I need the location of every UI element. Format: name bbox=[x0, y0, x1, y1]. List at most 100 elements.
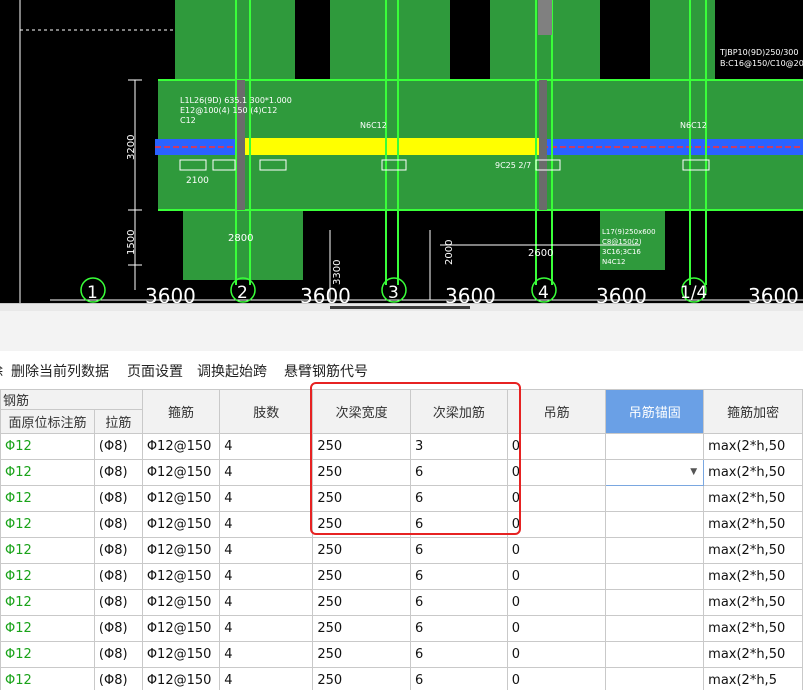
header-position-note[interactable]: 面原位标注筋 bbox=[0, 409, 95, 434]
cad-drawing-canvas[interactable]: 1 2 3 4 1/4 3600 3600 3600 3600 3600 320… bbox=[0, 0, 803, 303]
cell-sec-width[interactable]: 250 bbox=[312, 641, 412, 668]
cell-dense[interactable]: max(2*h,50 bbox=[703, 641, 803, 668]
cell-legs[interactable]: 4 bbox=[219, 511, 314, 538]
cell-legs[interactable]: 4 bbox=[219, 667, 314, 690]
cell-dense[interactable]: max(2*h,50 bbox=[703, 615, 803, 642]
cell-legs[interactable]: 4 bbox=[219, 537, 314, 564]
table-row[interactable]: Φ12 (Φ8) Φ12@150 4 250 6 0 max(2*h,50 bbox=[0, 615, 803, 642]
cell-dense[interactable]: max(2*h,50 bbox=[703, 459, 803, 486]
cell-legs[interactable]: 4 bbox=[219, 641, 314, 668]
cell-dense[interactable]: max(2*h,50 bbox=[703, 589, 803, 616]
cell-hanger-anchor[interactable] bbox=[605, 511, 705, 538]
cell-sec-rebar[interactable]: 6 bbox=[410, 485, 508, 512]
cell-sec-width[interactable]: 250 bbox=[312, 667, 412, 690]
cell-pos-note[interactable]: Φ12 bbox=[0, 641, 95, 668]
cell-sec-rebar[interactable]: 6 bbox=[410, 563, 508, 590]
table-row[interactable]: Φ12 (Φ8) Φ12@150 4 250 6 0 max(2*h,50 bbox=[0, 485, 803, 512]
cell-stirrup[interactable]: Φ12@150 bbox=[141, 667, 221, 690]
cell-hanger-anchor[interactable] bbox=[605, 589, 705, 616]
cell-sec-width[interactable]: 250 bbox=[312, 511, 412, 538]
cell-pos-note[interactable]: Φ12 bbox=[0, 433, 95, 460]
cell-sec-width[interactable]: 250 bbox=[312, 537, 412, 564]
cell-pos-note[interactable]: Φ12 bbox=[0, 459, 95, 486]
cell-pos-note[interactable]: Φ12 bbox=[0, 485, 95, 512]
cell-tie[interactable]: (Φ8) bbox=[93, 485, 143, 512]
cell-sec-rebar[interactable]: 6 bbox=[410, 667, 508, 690]
cell-sec-rebar[interactable]: 6 bbox=[410, 511, 508, 538]
cell-hanger[interactable]: 0 bbox=[506, 433, 607, 460]
cell-hanger[interactable]: 0 bbox=[506, 459, 607, 486]
cell-hanger-anchor[interactable] bbox=[605, 563, 705, 590]
cell-sec-rebar[interactable]: 6 bbox=[410, 641, 508, 668]
cell-dense[interactable]: max(2*h,50 bbox=[703, 563, 803, 590]
cell-sec-rebar[interactable]: 3 bbox=[410, 433, 508, 460]
cell-hanger[interactable]: 0 bbox=[506, 615, 607, 642]
cell-dense[interactable]: max(2*h,50 bbox=[703, 537, 803, 564]
cell-stirrup[interactable]: Φ12@150 bbox=[141, 563, 221, 590]
cell-hanger[interactable]: 0 bbox=[506, 589, 607, 616]
cell-tie[interactable]: (Φ8) bbox=[93, 433, 143, 460]
cell-tie[interactable]: (Φ8) bbox=[93, 511, 143, 538]
cell-dense[interactable]: max(2*h,50 bbox=[703, 511, 803, 538]
cell-legs[interactable]: 4 bbox=[219, 615, 314, 642]
cell-tie[interactable]: (Φ8) bbox=[93, 615, 143, 642]
cell-sec-width[interactable]: 250 bbox=[312, 615, 412, 642]
cell-tie[interactable]: (Φ8) bbox=[93, 667, 143, 690]
table-row[interactable]: Φ12 (Φ8) Φ12@150 4 250 6 0 max(2*h,50 bbox=[0, 511, 803, 538]
header-hanger-anchor[interactable]: 吊筋锚固 bbox=[605, 389, 705, 434]
cell-stirrup[interactable]: Φ12@150 bbox=[141, 589, 221, 616]
cell-pos-note[interactable]: Φ12 bbox=[0, 667, 95, 690]
cell-hanger[interactable]: 0 bbox=[506, 667, 607, 690]
cell-hanger-anchor[interactable] bbox=[605, 667, 705, 690]
cell-hanger[interactable]: 0 bbox=[506, 641, 607, 668]
cell-tie[interactable]: (Φ8) bbox=[93, 589, 143, 616]
toolbar-cantilever-rebar-code[interactable]: 悬臂钢筋代号 bbox=[284, 361, 368, 381]
cell-legs[interactable]: 4 bbox=[219, 563, 314, 590]
selected-beam[interactable] bbox=[243, 138, 545, 155]
header-stirrup[interactable]: 箍筋 bbox=[141, 389, 221, 434]
header-stirrup-dense[interactable]: 箍筋加密 bbox=[703, 389, 803, 434]
toolbar-edge-item[interactable]: 除 bbox=[0, 361, 3, 381]
cell-stirrup[interactable]: Φ12@150 bbox=[141, 511, 221, 538]
cell-dense[interactable]: max(2*h,50 bbox=[703, 485, 803, 512]
cell-hanger[interactable]: 0 bbox=[506, 511, 607, 538]
cell-legs[interactable]: 4 bbox=[219, 459, 314, 486]
cell-hanger[interactable]: 0 bbox=[506, 485, 607, 512]
table-row[interactable]: Φ12 (Φ8) Φ12@150 4 250 6 0 max(2*h,5 bbox=[0, 667, 803, 690]
cell-pos-note[interactable]: Φ12 bbox=[0, 563, 95, 590]
table-row[interactable]: Φ12 (Φ8) Φ12@150 4 250 6 0 max(2*h,50 bbox=[0, 589, 803, 616]
cell-tie[interactable]: (Φ8) bbox=[93, 459, 143, 486]
table-row[interactable]: Φ12 (Φ8) Φ12@150 4 250 6 0 max(2*h,50 bbox=[0, 563, 803, 590]
cell-hanger[interactable]: 0 bbox=[506, 563, 607, 590]
cell-sec-rebar[interactable]: 6 bbox=[410, 589, 508, 616]
toolbar-swap-start-span[interactable]: 调换起始跨 bbox=[197, 361, 267, 381]
cell-stirrup[interactable]: Φ12@150 bbox=[141, 615, 221, 642]
cell-pos-note[interactable]: Φ12 bbox=[0, 615, 95, 642]
header-hanger-rebar[interactable]: 吊筋 bbox=[506, 389, 607, 434]
splitter-handle[interactable] bbox=[330, 306, 470, 309]
cell-hanger-anchor[interactable] bbox=[605, 485, 705, 512]
cell-legs[interactable]: 4 bbox=[219, 589, 314, 616]
cell-hanger-anchor[interactable] bbox=[605, 615, 705, 642]
cell-sec-rebar[interactable]: 6 bbox=[410, 537, 508, 564]
dropdown-arrow-icon[interactable]: ▼ bbox=[690, 461, 697, 485]
cell-legs[interactable]: 4 bbox=[219, 433, 314, 460]
table-row[interactable]: Φ12 (Φ8) Φ12@150 4 250 6 0 max(2*h,50 bbox=[0, 641, 803, 668]
cell-hanger[interactable]: 0 bbox=[506, 537, 607, 564]
cell-stirrup[interactable]: Φ12@150 bbox=[141, 537, 221, 564]
cell-sec-width[interactable]: 250 bbox=[312, 485, 412, 512]
cell-hanger-anchor[interactable]: ▼ bbox=[605, 459, 705, 486]
header-secondary-beam-width[interactable]: 次梁宽度 bbox=[312, 389, 412, 434]
table-row[interactable]: Φ12 (Φ8) Φ12@150 4 250 3 0 max(2*h,50 bbox=[0, 433, 803, 460]
cell-pos-note[interactable]: Φ12 bbox=[0, 589, 95, 616]
header-secondary-beam-rebar[interactable]: 次梁加筋 bbox=[410, 389, 508, 434]
cell-stirrup[interactable]: Φ12@150 bbox=[141, 459, 221, 486]
cell-stirrup[interactable]: Φ12@150 bbox=[141, 433, 221, 460]
cell-tie[interactable]: (Φ8) bbox=[93, 563, 143, 590]
header-tie[interactable]: 拉筋 bbox=[93, 409, 143, 434]
cell-sec-width[interactable]: 250 bbox=[312, 563, 412, 590]
cell-sec-width[interactable]: 250 bbox=[312, 433, 412, 460]
table-row[interactable]: Φ12 (Φ8) Φ12@150 4 250 6 0 max(2*h,50 bbox=[0, 537, 803, 564]
cell-legs[interactable]: 4 bbox=[219, 485, 314, 512]
cell-dense[interactable]: max(2*h,5 bbox=[703, 667, 803, 690]
